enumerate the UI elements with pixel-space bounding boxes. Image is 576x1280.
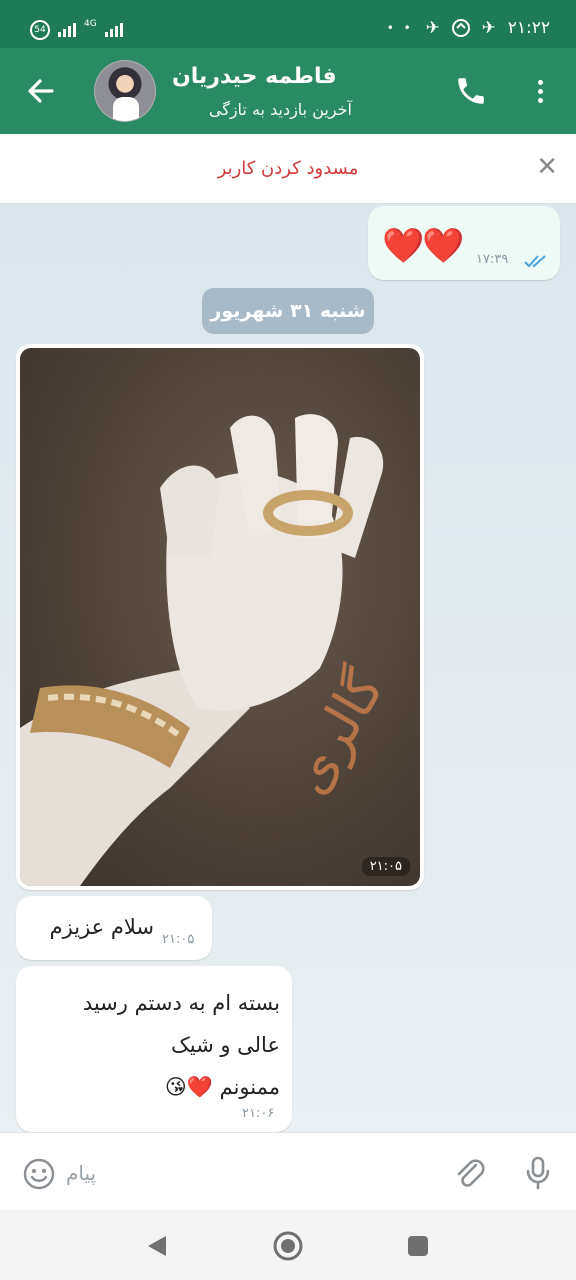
status-time: ۲۱:۲۲ xyxy=(507,18,550,38)
message-line-3: ممنونم ❤️😘 xyxy=(164,1075,280,1099)
status-bar: 54 4G • • ✈ ✈ ۲۱:۲۲ xyxy=(0,0,576,48)
call-button[interactable] xyxy=(454,74,488,108)
emoji-button[interactable] xyxy=(22,1157,56,1191)
more-options-button[interactable] xyxy=(528,74,552,108)
chat-area[interactable]: ❤️❤️ ۱۷:۳۹ شنبه ۳۱ شهریور گالری ۲۱:۰۵ سل… xyxy=(0,204,576,1132)
close-banner-icon[interactable]: ✕ xyxy=(536,154,558,180)
block-user-banner: مسدود کردن کاربر ✕ xyxy=(0,134,576,204)
phone-icon xyxy=(458,78,484,104)
signal-strength-2-icon xyxy=(104,23,123,37)
dot-icon xyxy=(537,79,543,85)
sync-app-icon xyxy=(451,19,470,37)
last-seen-status: آخرین بازدید به تازگی xyxy=(208,100,352,119)
notification-count-badge: 54 xyxy=(30,20,50,40)
status-left: 54 4G xyxy=(30,19,123,40)
message-input-bar xyxy=(0,1132,576,1210)
system-navigation-bar xyxy=(0,1210,576,1280)
message-text: ❤️❤️ xyxy=(382,226,465,266)
chat-header: فاطمه حیدریان آخرین بازدید به تازگی xyxy=(0,48,576,134)
message-line-2: عالی و شیک xyxy=(170,1033,280,1057)
read-ticks-icon xyxy=(524,255,546,268)
attach-button[interactable] xyxy=(452,1155,488,1191)
microphone-icon xyxy=(526,1156,550,1190)
contact-name[interactable]: فاطمه حیدریان xyxy=(172,64,352,89)
nav-recent-apps-icon[interactable] xyxy=(408,1236,428,1256)
photo-time: ۲۱:۰۵ xyxy=(361,857,410,876)
arrow-left-icon xyxy=(28,79,54,103)
hand-illustration: گالری xyxy=(20,414,398,886)
dot-icon xyxy=(537,88,543,94)
message-line-1: بسته ام به دستم رسید xyxy=(82,991,280,1015)
message-time: ۲۱:۰۶ xyxy=(242,1106,275,1121)
paperclip-icon xyxy=(457,1159,485,1187)
signal-strength-icon xyxy=(58,23,76,37)
incoming-message-2[interactable]: بسته ام به دستم رسید عالی و شیک ممنونم ❤… xyxy=(16,966,292,1132)
outgoing-message[interactable]: ❤️❤️ ۱۷:۳۹ xyxy=(368,206,560,280)
block-user-button[interactable]: مسدود کردن کاربر xyxy=(0,158,576,179)
message-input[interactable] xyxy=(66,1151,426,1195)
status-dots: • • xyxy=(386,21,414,35)
contact-avatar[interactable] xyxy=(94,60,156,122)
nav-back-icon[interactable] xyxy=(146,1234,168,1258)
incoming-message[interactable]: سلام عزیزم ۲۱:۰۵ xyxy=(16,896,212,960)
smiley-icon xyxy=(23,1158,55,1190)
photo-message[interactable]: گالری ۲۱:۰۵ xyxy=(16,344,424,890)
status-right: • • ✈ ✈ ۲۱:۲۲ xyxy=(387,18,550,38)
microphone-button[interactable] xyxy=(522,1155,554,1191)
message-text: سلام عزیزم xyxy=(49,915,154,939)
jewelry-photo[interactable]: گالری ۲۱:۰۵ xyxy=(20,348,420,886)
date-separator: شنبه ۳۱ شهریور xyxy=(202,288,374,334)
back-button[interactable] xyxy=(24,74,58,108)
network-type-label: 4G xyxy=(84,19,97,29)
nav-home-icon[interactable] xyxy=(272,1230,304,1262)
message-time: ۲۱:۰۵ xyxy=(162,932,195,947)
dot-icon xyxy=(537,97,543,103)
airplane-2-icon: ✈ xyxy=(481,18,496,38)
airplane-icon: ✈ xyxy=(425,18,440,38)
message-time: ۱۷:۳۹ xyxy=(476,252,509,267)
